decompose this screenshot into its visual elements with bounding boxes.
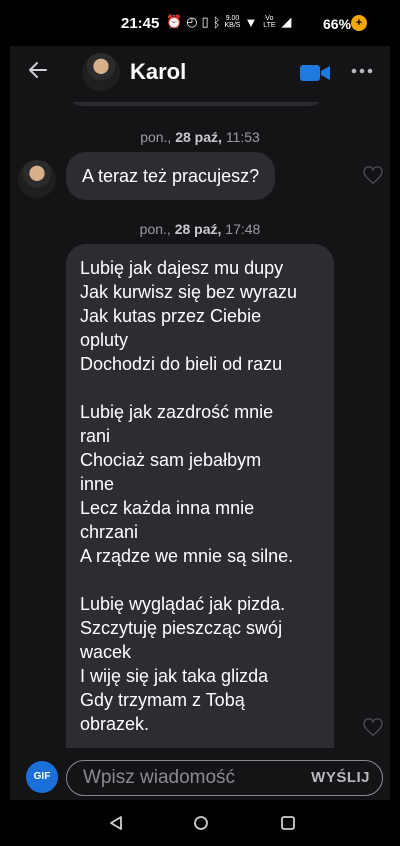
message-line: Chociaż sam jebałbym [80, 450, 262, 470]
message-line: Jak kurwisz się bez wyrazu [80, 282, 298, 302]
message-line: I wiję się jak taka glizda [80, 666, 269, 686]
heart-icon[interactable] [362, 165, 384, 185]
message-line: obrazek. [80, 714, 150, 734]
network-speed: 9.00 KB/S [224, 15, 241, 29]
message-line: rani [80, 426, 111, 446]
message-line: Dochodzi do bieli od razu [80, 354, 283, 374]
message-input-placeholder: Wpisz wiadomość [83, 767, 236, 788]
message-bubble[interactable]: A teraz też pracujesz? [66, 152, 276, 200]
message-timestamp: pon., 28 paź, 17:48 [139, 221, 261, 237]
bluetooth-icon: ᛒ [212, 14, 221, 30]
message-line: Szczytuję pieszcząc swój [80, 618, 283, 638]
message-line: Lecz każda inna mnie [80, 498, 255, 518]
nav-recent-apps-icon[interactable] [280, 815, 296, 831]
send-button[interactable]: WYŚLIJ [311, 769, 370, 786]
stanza-break [80, 376, 320, 400]
chat-header: Karol [10, 46, 390, 102]
sender-avatar[interactable] [18, 160, 56, 198]
video-call-icon[interactable] [299, 63, 331, 83]
contact-name[interactable]: Karol [130, 59, 186, 85]
message-line: Lubię jak dajesz mu dupy [80, 258, 284, 278]
alarm-icon: ⏰ [166, 14, 183, 29]
status-icons: ⏰ ◴ ▯ ᛒ 9.00 KB/S ▼ Vo LTE ◢ [166, 14, 291, 30]
vibrate-icon: ▯ [201, 14, 209, 29]
system-navigation-bar [0, 800, 400, 846]
message-input[interactable]: Wpisz wiadomość WYŚLIJ [66, 760, 383, 796]
contact-avatar[interactable] [82, 53, 120, 91]
nav-home-icon[interactable] [193, 815, 209, 831]
clock-icon: ◴ [186, 14, 198, 29]
message-line: inne [80, 474, 115, 494]
wifi-icon: ▼ [244, 14, 258, 30]
gif-button[interactable]: GIF [26, 761, 58, 793]
stanza-break [80, 568, 320, 592]
message-line: Jak kutas przez Ciebie [80, 306, 262, 326]
chat-screen: Karol pon., 28 paź, 11:53 A teraz też pr… [10, 46, 390, 800]
more-options-icon[interactable] [350, 66, 374, 76]
battery-percent: 66% [323, 16, 352, 32]
message-line: A rządze we mnie są silne. [80, 546, 294, 566]
message-composer: GIF Wpisz wiadomość WYŚLIJ [10, 748, 390, 800]
back-arrow-icon[interactable] [26, 58, 50, 82]
volte-icon: Vo LTE [263, 15, 276, 29]
message-line: Lubię wyglądać jak pizda. [80, 594, 286, 614]
heart-icon[interactable] [362, 717, 384, 737]
message-line: Lubię jak zazdrość mnie [80, 402, 274, 422]
message-timestamp: pon., 28 paź, 11:53 [140, 129, 260, 145]
message-bubble[interactable]: Lubię jak dajesz mu dupy Jak kurwisz się… [66, 244, 334, 754]
message-line: opluty [80, 330, 129, 350]
message-line: Gdy trzymam z Tobą [80, 690, 245, 710]
status-time: 21:45 [121, 15, 160, 32]
message-line: chrzani [80, 522, 139, 542]
signal-icon: ◢ [281, 14, 292, 29]
nav-back-icon[interactable] [108, 815, 124, 831]
status-bar: 21:45 ⏰ ◴ ▯ ᛒ 9.00 KB/S ▼ Vo LTE ◢ 66% + [0, 0, 400, 46]
battery-saver-icon: + [351, 15, 367, 31]
message-line: wacek [80, 642, 132, 662]
